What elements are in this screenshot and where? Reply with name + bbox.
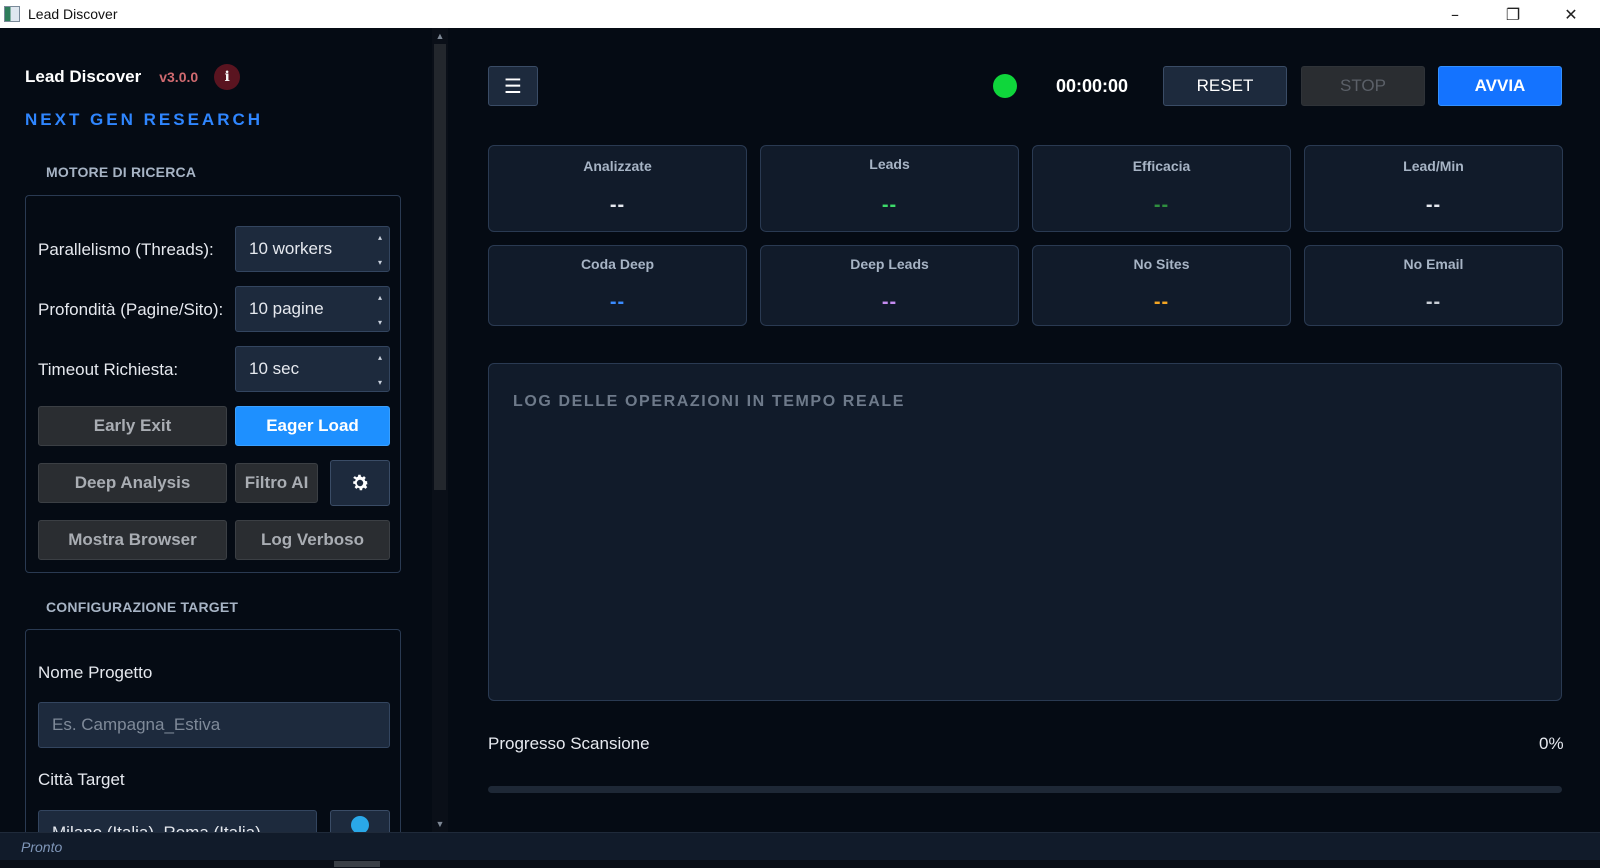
depth-spinbox[interactable]: 10 pagine ▴ ▾ xyxy=(235,286,390,332)
stat-value: -- xyxy=(609,194,626,216)
log-title: LOG DELLE OPERAZIONI IN TEMPO REALE xyxy=(513,393,906,410)
sidebar: Lead Discover v3.0.0 i NEXT GEN RESEARCH… xyxy=(0,28,426,832)
stat-label: Lead/Min xyxy=(1403,158,1464,174)
stat-label: Efficacia xyxy=(1132,158,1191,174)
depth-label: Profondità (Pagine/Sito): xyxy=(38,300,224,319)
settings-button[interactable] xyxy=(330,460,390,506)
stat-value: -- xyxy=(609,291,626,313)
status-indicator xyxy=(993,74,1017,98)
menu-button[interactable]: ☰ xyxy=(488,66,538,106)
depth-value: 10 pagine xyxy=(249,299,324,318)
ai-filter-toggle[interactable]: Filtro AI xyxy=(235,463,318,503)
threads-spinbox[interactable]: 10 workers ▴ ▾ xyxy=(235,226,390,272)
timeout-label: Timeout Richiesta: xyxy=(38,360,179,379)
depth-stepper[interactable]: ▴ ▾ xyxy=(375,293,385,327)
stat-value: -- xyxy=(1425,291,1442,313)
target-city-input[interactable]: Milano (Italia), Roma (Italia) xyxy=(38,810,317,832)
status-text: Pronto xyxy=(21,839,63,855)
eager-load-toggle[interactable]: Eager Load xyxy=(235,406,390,446)
scrollbar-thumb[interactable] xyxy=(434,44,446,490)
stat-value: -- xyxy=(1425,194,1442,216)
down-arrow-icon[interactable]: ▾ xyxy=(378,258,382,267)
globe-button[interactable] xyxy=(330,810,390,832)
stat-label: Analizzate xyxy=(583,158,652,174)
stat-label: Coda Deep xyxy=(580,256,655,272)
stat-label: No Email xyxy=(1403,256,1464,272)
engine-panel: Parallelismo (Threads): 10 workers ▴ ▾ Pr… xyxy=(25,195,401,573)
scroll-up-icon[interactable]: ▲ xyxy=(432,28,448,44)
target-panel: Nome Progetto Es. Campagna_Estiva Città … xyxy=(25,629,401,832)
project-name-label: Nome Progetto xyxy=(38,663,153,682)
up-arrow-icon[interactable]: ▴ xyxy=(378,293,382,302)
stat-value: -- xyxy=(881,291,898,313)
stat-card-deep-queue: Coda Deep -- xyxy=(488,245,747,326)
show-browser-toggle[interactable]: Mostra Browser xyxy=(38,520,227,560)
up-arrow-icon[interactable]: ▴ xyxy=(378,233,382,242)
down-arrow-icon[interactable]: ▾ xyxy=(378,378,382,387)
stat-card-leads-per-min: Lead/Min -- xyxy=(1304,145,1563,232)
progress-label: Progresso Scansione xyxy=(488,734,650,753)
progress-bar xyxy=(488,786,1562,793)
minimize-button[interactable]: – xyxy=(1426,0,1484,28)
timeout-value: 10 sec xyxy=(249,359,300,378)
gear-icon xyxy=(353,474,369,491)
up-arrow-icon[interactable]: ▴ xyxy=(378,353,382,362)
down-arrow-icon[interactable]: ▾ xyxy=(378,318,382,327)
reset-button[interactable]: RESET xyxy=(1163,66,1287,106)
log-panel[interactable]: LOG DELLE OPERAZIONI IN TEMPO REALE xyxy=(488,363,1562,701)
app-icon xyxy=(4,6,20,22)
brand: Lead Discover v3.0.0 i xyxy=(25,64,241,90)
window-title: Lead Discover xyxy=(28,6,118,22)
version-label: v3.0.0 xyxy=(159,69,199,85)
horizontal-scrollbar[interactable] xyxy=(0,860,1600,868)
start-button[interactable]: AVVIA xyxy=(1438,66,1562,106)
status-bar: Pronto xyxy=(0,832,1600,860)
horizontal-scrollbar-thumb[interactable] xyxy=(334,861,380,867)
stat-card-no-sites: No Sites -- xyxy=(1032,245,1291,326)
info-icon[interactable]: i xyxy=(214,64,241,90)
stat-value: -- xyxy=(881,194,898,216)
deep-analysis-toggle[interactable]: Deep Analysis xyxy=(38,463,227,503)
stat-card-no-email: No Email -- xyxy=(1304,245,1563,326)
early-exit-toggle[interactable]: Early Exit xyxy=(38,406,227,446)
elapsed-timer: 00:00:00 xyxy=(1056,76,1129,96)
engine-section-title: MOTORE DI RICERCA xyxy=(46,164,197,180)
restore-button[interactable]: ❐ xyxy=(1484,0,1542,28)
stat-card-efficacy: Efficacia -- xyxy=(1032,145,1291,232)
window-controls: – ❐ ✕ xyxy=(1426,0,1600,28)
stop-button[interactable]: STOP xyxy=(1301,66,1425,106)
stat-label: Deep Leads xyxy=(850,256,929,272)
threads-stepper[interactable]: ▴ ▾ xyxy=(375,233,385,267)
stat-card-analyzed: Analizzate -- xyxy=(488,145,747,232)
brand-name: Lead Discover xyxy=(25,67,142,86)
window-titlebar: Lead Discover – ❐ ✕ xyxy=(0,0,1600,28)
stat-value: -- xyxy=(1153,194,1170,216)
scroll-down-icon[interactable]: ▼ xyxy=(432,816,448,832)
stat-label: No Sites xyxy=(1133,256,1190,272)
stat-card-leads: Leads -- xyxy=(760,145,1019,232)
globe-icon xyxy=(351,816,369,832)
stat-value: -- xyxy=(1153,291,1170,313)
timeout-stepper[interactable]: ▴ ▾ xyxy=(375,353,385,387)
verbose-log-toggle[interactable]: Log Verboso xyxy=(235,520,390,560)
project-name-input[interactable]: Es. Campagna_Estiva xyxy=(38,702,390,748)
target-city-label: Città Target xyxy=(38,770,125,789)
stat-label: Leads xyxy=(869,156,910,172)
sidebar-scrollbar[interactable]: ▲ ▼ xyxy=(432,28,448,832)
threads-value: 10 workers xyxy=(249,239,333,258)
close-button[interactable]: ✕ xyxy=(1542,0,1600,28)
progress-percent: 0% xyxy=(1539,734,1564,753)
target-section-title: CONFIGURAZIONE TARGET xyxy=(46,599,239,615)
threads-label: Parallelismo (Threads): xyxy=(38,240,214,259)
hamburger-icon: ☰ xyxy=(504,75,522,98)
timeout-spinbox[interactable]: 10 sec ▴ ▾ xyxy=(235,346,390,392)
stat-card-deep-leads: Deep Leads -- xyxy=(760,245,1019,326)
tagline: NEXT GEN RESEARCH xyxy=(25,110,264,129)
